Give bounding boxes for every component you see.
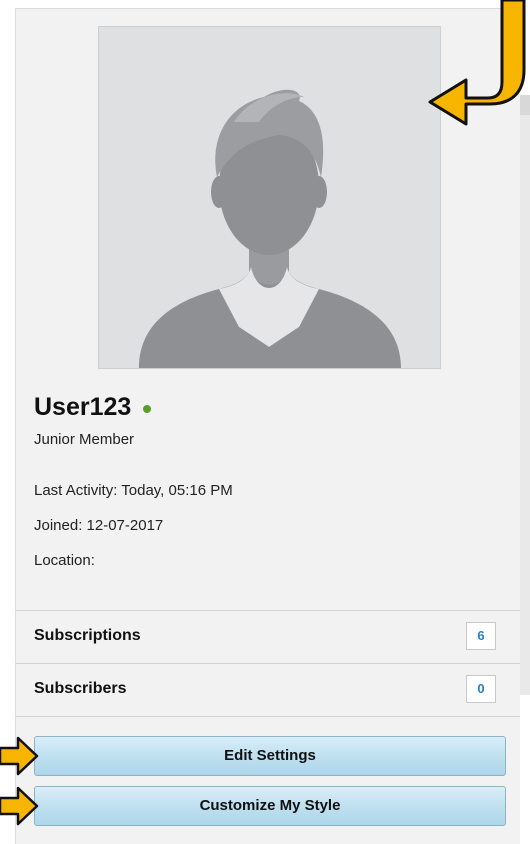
username-row: User123 <box>34 392 152 422</box>
joined-date: Joined: 12-07-2017 <box>34 517 164 534</box>
pointer-arrow-icon <box>428 0 526 126</box>
stat-row-subscribers[interactable]: Subscribers 0 <box>15 664 520 716</box>
member-rank: Junior Member <box>34 431 135 448</box>
edit-settings-button[interactable]: Edit Settings <box>34 736 506 776</box>
avatar[interactable] <box>98 26 441 369</box>
subscriptions-label: Subscriptions <box>34 627 141 644</box>
customize-style-button[interactable]: Customize My Style <box>34 786 506 826</box>
subscriptions-count[interactable]: 6 <box>466 622 496 650</box>
avatar-silhouette-icon <box>99 27 440 368</box>
username[interactable]: User123 <box>34 392 131 422</box>
pointer-arrow-icon <box>0 786 39 826</box>
profile-screen: User123 Junior Member Last Activity: Tod… <box>0 0 530 844</box>
pointer-arrow-icon <box>0 736 39 776</box>
location: Location: <box>34 552 95 569</box>
divider <box>15 716 520 717</box>
subscribers-count[interactable]: 0 <box>466 675 496 703</box>
subscribers-label: Subscribers <box>34 680 127 697</box>
online-status-icon <box>143 405 152 413</box>
right-rail <box>520 95 530 695</box>
stat-row-subscriptions[interactable]: Subscriptions 6 <box>15 611 520 663</box>
last-activity: Last Activity: Today, 05:16 PM <box>34 482 233 499</box>
